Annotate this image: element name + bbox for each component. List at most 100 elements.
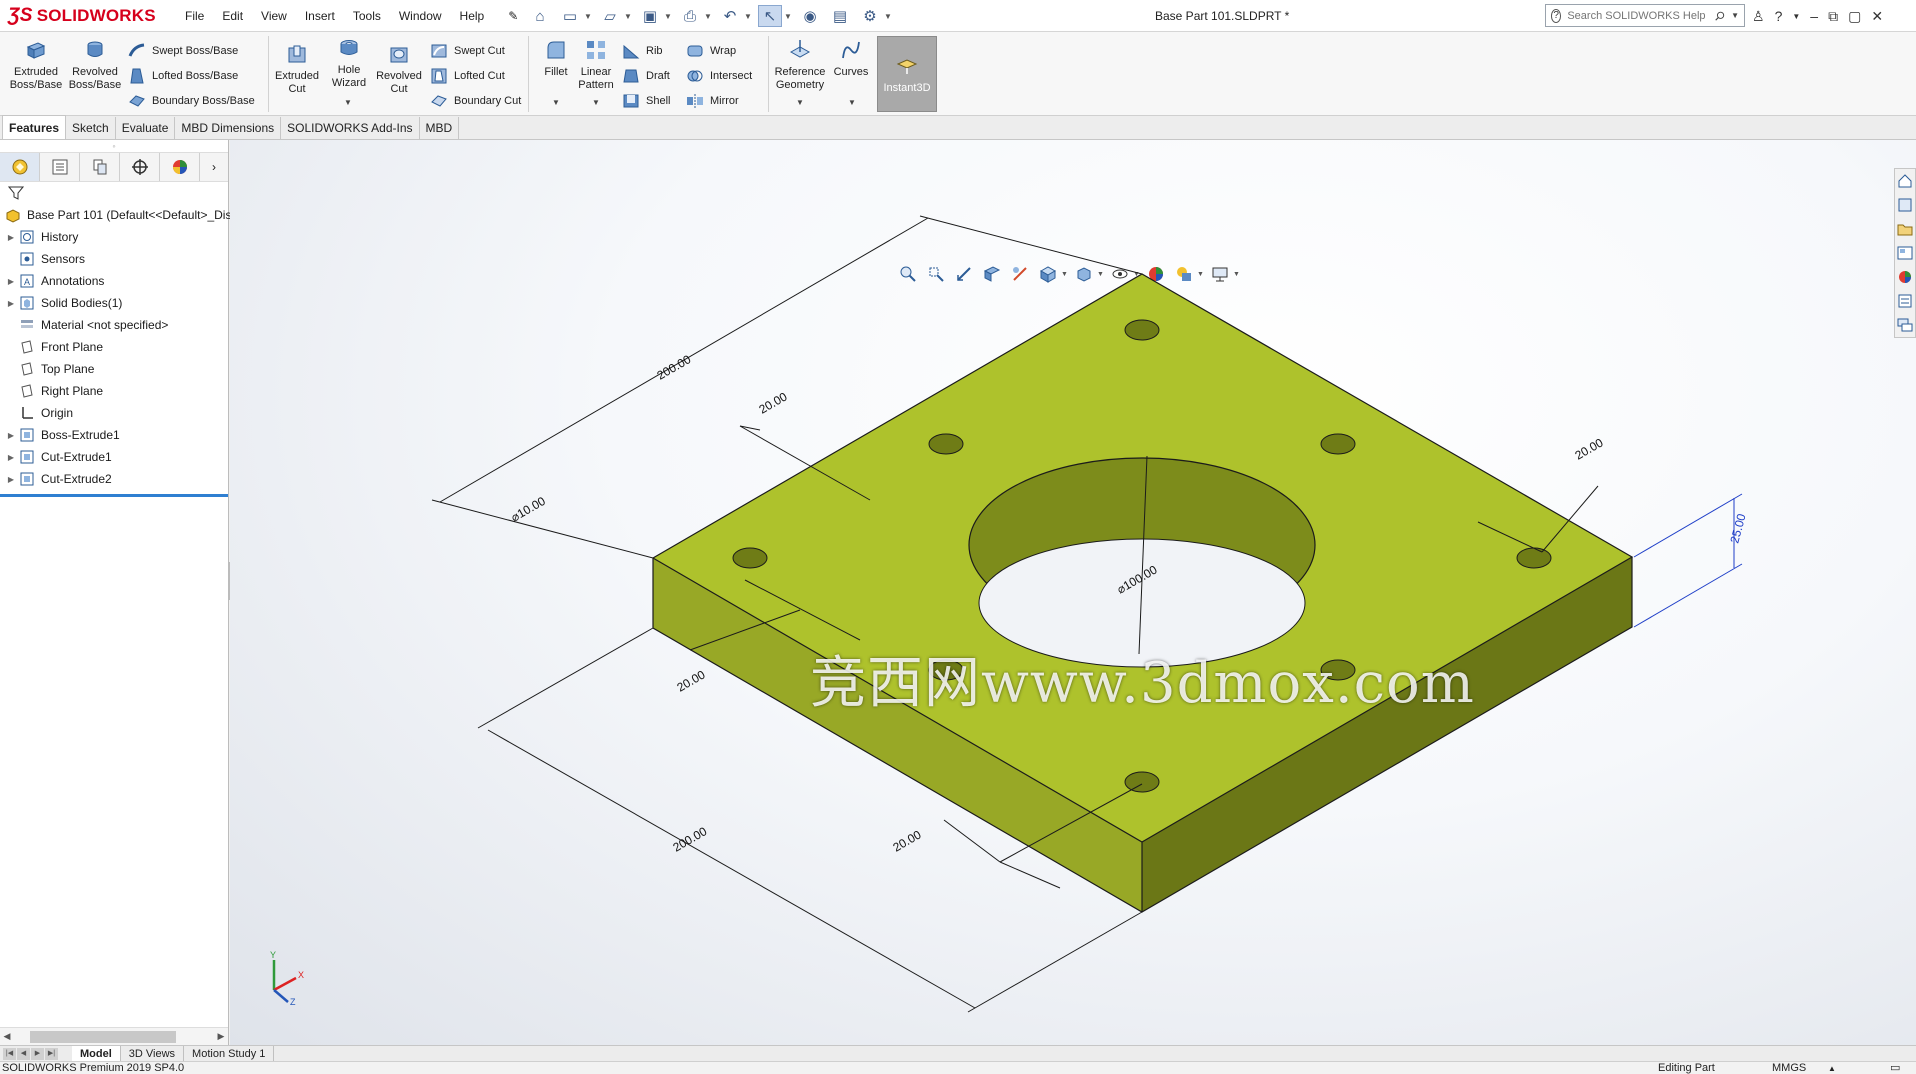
- expand-arrow-icon[interactable]: ▶: [4, 233, 18, 242]
- chevron-down-icon[interactable]: ▼: [784, 12, 792, 21]
- chevron-down-icon[interactable]: ▼: [1731, 11, 1739, 20]
- feature-manager-tab[interactable]: [0, 153, 40, 181]
- configuration-manager-tab[interactable]: [80, 153, 120, 181]
- help-menu-icon[interactable]: ?: [1775, 8, 1783, 24]
- next-tab-icon[interactable]: ▶: [31, 1047, 44, 1060]
- chevron-down-icon[interactable]: ▼: [884, 12, 892, 21]
- boundary-boss-button[interactable]: Boundary Boss/Base: [128, 90, 255, 112]
- open-folder-icon[interactable]: ▱: [598, 5, 622, 27]
- chevron-down-icon[interactable]: ▼: [1792, 12, 1800, 21]
- tree-item-cut-extrude1[interactable]: ▶ Cut-Extrude1: [0, 446, 228, 468]
- custom-properties-icon[interactable]: [1896, 291, 1914, 311]
- first-tab-icon[interactable]: |◀: [3, 1047, 16, 1060]
- menu-insert[interactable]: Insert: [296, 9, 344, 23]
- tree-item-sensors[interactable]: Sensors: [0, 248, 228, 270]
- tree-item-origin[interactable]: Origin: [0, 402, 228, 424]
- extruded-cut-button[interactable]: Extruded Cut: [270, 42, 324, 96]
- tree-filter[interactable]: [0, 182, 228, 204]
- restore-icon[interactable]: ⧉: [1828, 8, 1838, 25]
- menu-file[interactable]: File: [176, 9, 213, 23]
- design-library-icon[interactable]: [1896, 195, 1914, 215]
- minimize-icon[interactable]: –: [1810, 8, 1818, 24]
- tree-item-front-plane[interactable]: Front Plane: [0, 336, 228, 358]
- new-document-icon[interactable]: ▭: [558, 5, 582, 27]
- maximize-icon[interactable]: ▢: [1848, 8, 1861, 25]
- pane-grip[interactable]: ◦: [0, 140, 228, 152]
- prev-tab-icon[interactable]: ◀: [17, 1047, 30, 1060]
- more-tabs-chevron-right-icon[interactable]: ›: [200, 153, 228, 181]
- dim-edge-left[interactable]: 20.00: [675, 667, 708, 694]
- print-icon[interactable]: ⎙: [678, 5, 702, 27]
- chevron-down-icon[interactable]: ▼: [664, 12, 672, 21]
- revolved-cut-button[interactable]: Revolved Cut: [374, 42, 424, 96]
- file-explorer-icon[interactable]: [1896, 219, 1914, 239]
- graphics-viewport[interactable]: ▼ ▼ ▼ ▼ ▼ ▭ ▣ – ⧉ ✕: [230, 140, 1916, 1045]
- rollback-bar[interactable]: [0, 494, 228, 497]
- tree-item-annotations[interactable]: ▶ A Annotations: [0, 270, 228, 292]
- tree-item-material-not-specified[interactable]: Material <not specified>: [0, 314, 228, 336]
- fillet-dropdown-icon[interactable]: ▼: [552, 98, 560, 107]
- mounting-hole-5[interactable]: [1516, 547, 1552, 569]
- extruded-boss-button[interactable]: Extruded Boss/Base: [8, 38, 64, 92]
- select-pointer-icon[interactable]: ↖: [758, 5, 782, 27]
- scroll-thumb[interactable]: [30, 1030, 176, 1043]
- lofted-boss-button[interactable]: Lofted Boss/Base: [128, 65, 238, 87]
- tab-solidworks-addins[interactable]: SOLIDWORKS Add-Ins: [281, 117, 420, 139]
- forum-icon[interactable]: [1896, 315, 1914, 335]
- dim-length-bottom[interactable]: 200.00: [671, 824, 710, 855]
- solidworks-logo[interactable]: ƷS SOLIDWORKS: [8, 2, 156, 30]
- user-icon[interactable]: ♙: [1752, 8, 1765, 25]
- expand-arrow-icon[interactable]: ▶: [4, 277, 18, 286]
- tree-item-top-plane[interactable]: Top Plane: [0, 358, 228, 380]
- menu-view[interactable]: View: [252, 9, 296, 23]
- dim-thickness[interactable]: 25.00: [1727, 512, 1748, 545]
- tree-item-history[interactable]: ▶ History: [0, 226, 228, 248]
- rebuild-icon[interactable]: ◉: [798, 5, 822, 27]
- pin-icon[interactable]: ✎: [499, 9, 527, 23]
- chevron-down-icon[interactable]: ▼: [584, 12, 592, 21]
- display-manager-tab[interactable]: [160, 153, 200, 181]
- hole-wizard-button[interactable]: Hole Wizard: [326, 36, 372, 90]
- tab-evaluate[interactable]: Evaluate: [116, 117, 176, 139]
- mounting-hole-1[interactable]: [1124, 319, 1160, 341]
- home-icon[interactable]: ⌂: [528, 5, 552, 27]
- hole-wizard-dropdown-icon[interactable]: ▼: [344, 98, 352, 107]
- units-chevron-up-icon[interactable]: ▲: [1828, 1062, 1836, 1074]
- dim-edge-top[interactable]: 20.00: [757, 389, 790, 416]
- search-icon[interactable]: [1715, 9, 1725, 23]
- solidworks-resources-home-icon[interactable]: [1896, 171, 1914, 191]
- tab-model[interactable]: Model: [72, 1045, 121, 1062]
- instant3d-button[interactable]: Instant3D: [877, 36, 937, 112]
- dim-hole-small[interactable]: ⌀10.00: [509, 494, 549, 525]
- expand-arrow-icon[interactable]: ▶: [4, 431, 18, 440]
- expand-arrow-icon[interactable]: ▶: [4, 453, 18, 462]
- dimxpert-manager-tab[interactable]: [120, 153, 160, 181]
- view-palette-icon[interactable]: [1896, 243, 1914, 263]
- shell-button[interactable]: Shell: [622, 90, 670, 112]
- tree-root-part[interactable]: Base Part 101 (Default<<Default>_Dis: [0, 204, 231, 226]
- property-manager-tab[interactable]: [40, 153, 80, 181]
- rib-button[interactable]: Rib: [622, 40, 663, 62]
- save-icon[interactable]: ▣: [638, 5, 662, 27]
- mounting-hole-3[interactable]: [1320, 433, 1356, 455]
- status-comments-icon[interactable]: ▭: [1890, 1062, 1900, 1074]
- search-input[interactable]: [1567, 9, 1710, 22]
- linear-pattern-dropdown-icon[interactable]: ▼: [592, 98, 600, 107]
- mounting-hole-2[interactable]: [928, 433, 964, 455]
- lofted-cut-button[interactable]: Lofted Cut: [430, 65, 505, 87]
- tab-sketch[interactable]: Sketch: [66, 117, 116, 139]
- pane-horizontal-scrollbar[interactable]: ◀ ▶: [0, 1027, 228, 1045]
- mirror-button[interactable]: Mirror: [686, 90, 739, 112]
- tree-item-right-plane[interactable]: Right Plane: [0, 380, 228, 402]
- chevron-down-icon[interactable]: ▼: [624, 12, 632, 21]
- tree-item-boss-extrude1[interactable]: ▶ Boss-Extrude1: [0, 424, 228, 446]
- revolved-boss-button[interactable]: Revolved Boss/Base: [66, 38, 124, 92]
- dim-edge-right[interactable]: 20.00: [1573, 435, 1606, 462]
- wrap-button[interactable]: Wrap: [686, 40, 736, 62]
- swept-cut-button[interactable]: Swept Cut: [430, 40, 505, 62]
- part-model-view[interactable]: 200.00 20.00 ⌀10.00 20.00 ⌀100.00 20.00 …: [230, 140, 1916, 1045]
- expand-arrow-icon[interactable]: ▶: [4, 475, 18, 484]
- dim-edge-bottom[interactable]: 20.00: [891, 827, 924, 854]
- appearances-icon[interactable]: [1896, 267, 1914, 287]
- scroll-left-icon[interactable]: ◀: [0, 1031, 14, 1042]
